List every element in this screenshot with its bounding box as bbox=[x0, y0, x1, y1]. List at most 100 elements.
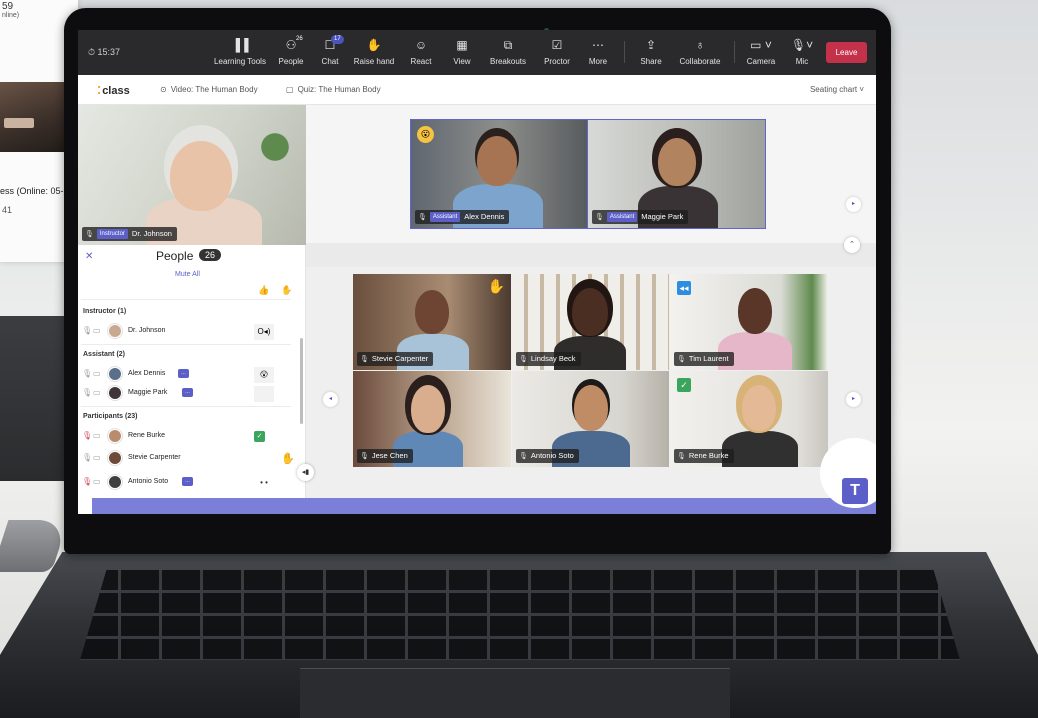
collapse-panel-icon[interactable]: ◂▮ bbox=[297, 464, 314, 481]
background-card-value: 41 bbox=[2, 205, 13, 215]
proctor-label: Proctor bbox=[544, 57, 570, 66]
avatar bbox=[108, 367, 122, 381]
spotlight-tile-maggie-park[interactable]: 🎙 Assistant Maggie Park bbox=[587, 119, 766, 229]
tab-video[interactable]: ⊙ Video: The Human Body bbox=[160, 85, 258, 94]
grid-tile-antonio-soto[interactable]: 🎙 Antonio Soto bbox=[512, 371, 669, 467]
participant-name: Rene Burke bbox=[688, 451, 729, 460]
mic-button[interactable]: 🎙˅ Mic bbox=[790, 38, 814, 68]
background-card-number: 59 bbox=[2, 1, 14, 12]
grid-tile-rene-burke[interactable]: ✓ 🎙 Rene Burke bbox=[670, 371, 828, 467]
breakouts-label: Breakouts bbox=[489, 57, 527, 66]
react-button[interactable]: ☺ React bbox=[408, 38, 434, 68]
list-item[interactable]: 🎙 ▭ Dr. Johnson O◂) bbox=[82, 324, 282, 340]
collapse-spotlight-icon[interactable]: ⌃ bbox=[844, 237, 860, 253]
person-name: Alex Dennis bbox=[128, 370, 166, 377]
mute-all-button[interactable]: Mute All bbox=[175, 271, 200, 278]
divider bbox=[81, 299, 291, 300]
people-panel: ✕ People 26 Mute All 👍 ✋ Instructor (1) … bbox=[78, 245, 306, 514]
more-button[interactable]: ⋯ More bbox=[586, 38, 610, 68]
avatar bbox=[108, 475, 122, 489]
chat-icon[interactable]: … bbox=[182, 477, 193, 486]
share-button[interactable]: ⇪ Share bbox=[638, 38, 664, 68]
instructor-figure bbox=[170, 141, 232, 211]
next-page-icon[interactable]: ▸ bbox=[846, 392, 861, 407]
proctor-button[interactable]: ☑ Proctor bbox=[540, 38, 574, 68]
list-item[interactable]: 🎙 ▭ Alex Dennis … 😮 bbox=[82, 367, 282, 383]
mic-icon[interactable]: 🎙 bbox=[82, 326, 92, 335]
seating-chart-label: Seating chart bbox=[809, 85, 858, 94]
laptop-keyboard bbox=[80, 570, 960, 660]
learning-tools-button[interactable]: ▐▐ Learning Tools bbox=[212, 38, 268, 68]
participant-name: Stevie Carpenter bbox=[371, 354, 429, 363]
list-item[interactable]: 🎙 ▭ Antonio Soto … • • bbox=[82, 475, 282, 491]
mic-muted-icon[interactable]: 🎙 bbox=[82, 477, 92, 486]
person-name: Dr. Johnson bbox=[128, 327, 166, 334]
chat-icon[interactable]: … bbox=[182, 388, 193, 397]
close-icon[interactable]: ✕ bbox=[85, 251, 93, 262]
spotlight-icon[interactable]: O◂) bbox=[254, 324, 274, 340]
hand-icon[interactable]: ✋ bbox=[281, 285, 292, 296]
leave-button[interactable]: Leave bbox=[826, 42, 867, 63]
view-button[interactable]: ▦ View bbox=[450, 38, 474, 68]
next-page-icon[interactable]: ▸ bbox=[846, 197, 861, 212]
class-brand-logo: ⁚class bbox=[97, 84, 130, 97]
tab-video-label: Video: The Human Body bbox=[170, 85, 258, 94]
participant-figure bbox=[742, 385, 776, 431]
reaction-badge: 😮 bbox=[417, 126, 434, 143]
list-item[interactable]: 🎙 ▭ Rene Burke ✓ bbox=[82, 429, 282, 445]
meeting-toolbar: ⏱ 15:37 ▐▐ Learning Tools ⚇ 26 People ☐ … bbox=[78, 30, 876, 75]
mic-icon: 🎙 bbox=[677, 453, 686, 460]
grid-tile-tim-laurent[interactable]: ◂◂ 🎙 Tim Laurent bbox=[670, 274, 828, 370]
list-item[interactable]: 🎙 ▭ Stevie Carpenter ✋ bbox=[82, 451, 295, 467]
chat-button[interactable]: ☐ 17 Chat bbox=[318, 35, 344, 68]
grid-tile-stevie-carpenter[interactable]: ✋ 🎙 Stevie Carpenter bbox=[353, 274, 511, 370]
chevron-down-icon: ˅ bbox=[859, 85, 864, 94]
camera-label: Camera bbox=[746, 57, 776, 66]
previous-page-icon[interactable]: ◂ bbox=[323, 392, 338, 407]
raise-hand-button[interactable]: ✋ Raise hand bbox=[352, 38, 396, 68]
participant-figure bbox=[658, 138, 696, 186]
thumbs-up-icon[interactable]: 👍 bbox=[258, 285, 269, 296]
breakouts-button[interactable]: ⧉ Breakouts bbox=[488, 38, 528, 68]
camera-icon[interactable]: ▭ bbox=[93, 388, 101, 397]
mic-muted-icon[interactable]: 🎙 bbox=[82, 431, 92, 440]
mic-icon[interactable]: 🎙 bbox=[82, 453, 92, 462]
tab-quiz[interactable]: ▢ Quiz: The Human Body bbox=[286, 85, 381, 94]
teams-logo-letter: T bbox=[842, 478, 868, 504]
grid-tile-jese-chen[interactable]: 🎙 Jese Chen bbox=[353, 371, 511, 467]
mic-icon[interactable]: 🎙 bbox=[82, 388, 92, 397]
mic-icon: 🎙 bbox=[360, 453, 369, 460]
chat-icon[interactable]: … bbox=[178, 369, 189, 378]
mic-icon: 🎙 bbox=[360, 356, 369, 363]
people-button[interactable]: ⚇ 26 People bbox=[276, 36, 306, 68]
participant-name-tag: 🎙 Antonio Soto bbox=[516, 449, 579, 463]
participant-figure bbox=[415, 290, 449, 334]
camera-icon[interactable]: ▭ bbox=[93, 369, 101, 378]
participant-name-tag: 🎙 Lindsay Beck bbox=[516, 352, 581, 366]
role-chip: Assistant bbox=[606, 212, 638, 222]
proctor-icon: ☑ bbox=[551, 38, 563, 52]
raise-hand-label: Raise hand bbox=[353, 57, 395, 66]
seating-chart-dropdown[interactable]: Seating chart ˅ bbox=[810, 85, 864, 94]
list-item[interactable]: 🎙 ▭ Maggie Park … bbox=[82, 386, 282, 402]
participant-figure bbox=[738, 288, 772, 334]
camera-button[interactable]: ▭ ˅ Camera bbox=[746, 38, 776, 68]
role-chip: Assistant bbox=[429, 212, 461, 222]
camera-icon[interactable]: ▭ bbox=[93, 453, 101, 462]
scrollbar[interactable] bbox=[300, 338, 303, 424]
person-name: Stevie Carpenter bbox=[128, 454, 181, 461]
divider bbox=[81, 344, 291, 345]
collaborate-button[interactable]: ♁ Collaborate bbox=[678, 38, 722, 68]
section-assistant: Assistant (2) bbox=[83, 351, 126, 358]
spotlight-tile-alex-dennis[interactable]: 😮 🎙 Assistant Alex Dennis bbox=[410, 119, 589, 229]
camera-icon[interactable]: ▭ bbox=[93, 431, 101, 440]
instructor-video-tile[interactable]: 🎙 Instructor Dr. Johnson bbox=[78, 105, 306, 245]
laptop-screen: ⏱ 15:37 ▐▐ Learning Tools ⚇ 26 People ☐ … bbox=[78, 30, 876, 514]
grid-tile-lindsay-beck[interactable]: 🎙 Lindsay Beck bbox=[512, 274, 669, 370]
camera-icon[interactable]: ▭ bbox=[93, 477, 101, 486]
camera-icon[interactable]: ▭ bbox=[93, 326, 101, 335]
mic-icon[interactable]: 🎙 bbox=[82, 369, 92, 378]
mic-icon: 🎙 bbox=[677, 356, 686, 363]
clock-text: 15:37 bbox=[97, 47, 121, 57]
avatar bbox=[108, 324, 122, 338]
